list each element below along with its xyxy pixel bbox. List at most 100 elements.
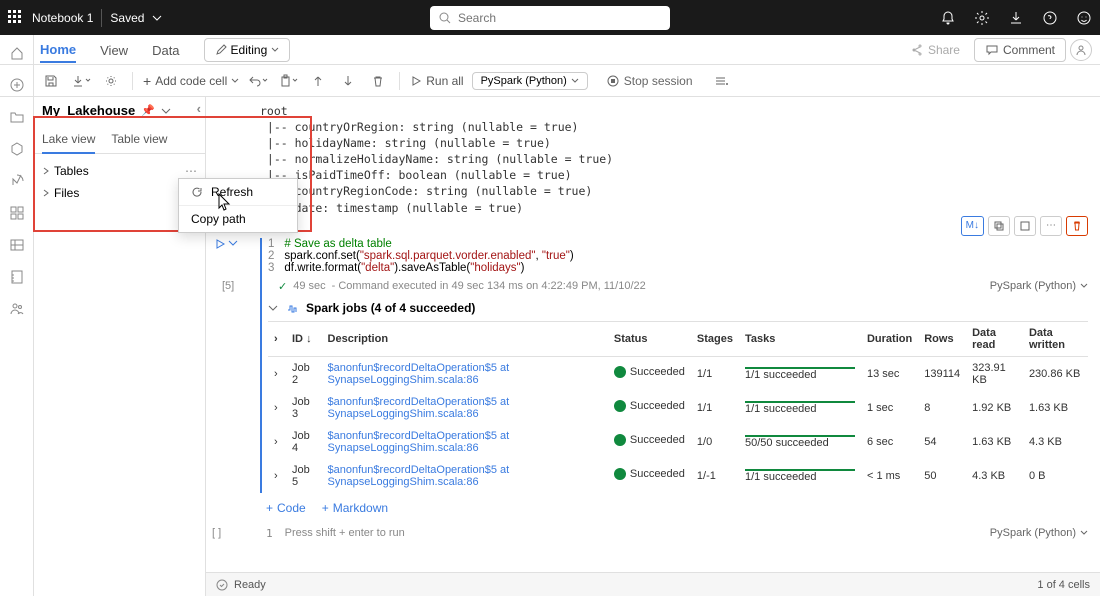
search-box[interactable] (430, 6, 670, 30)
monitor-icon[interactable] (7, 171, 27, 191)
expand-row[interactable]: › (268, 425, 286, 459)
gear-icon[interactable] (974, 10, 990, 26)
menu-refresh[interactable]: Refresh (179, 179, 297, 206)
comment-button[interactable]: Comment (974, 38, 1066, 62)
delete-cell-icon[interactable] (1066, 216, 1088, 236)
chevron-down-icon[interactable] (1080, 282, 1088, 290)
undo-icon[interactable] (247, 70, 269, 92)
editing-mode[interactable]: Editing (204, 38, 291, 62)
table-row: › Job 3 $anonfun$recordDeltaOperation$5 … (268, 391, 1088, 425)
lake-view-tab[interactable]: Lake view (42, 126, 95, 154)
workspaces-icon[interactable] (7, 235, 27, 255)
more-cell-icon[interactable]: ⋯ (1040, 216, 1062, 236)
col-tasks[interactable]: Tasks (739, 321, 861, 356)
expand-row[interactable]: › (268, 459, 286, 493)
job-link[interactable]: $anonfun$recordDeltaOperation$5 at Synap… (328, 396, 510, 420)
tree-files[interactable]: Files (42, 182, 197, 204)
table-view-tab[interactable]: Table view (111, 126, 167, 153)
save-icon[interactable] (40, 70, 62, 92)
move-up-icon[interactable] (307, 70, 329, 92)
spark-icon (286, 302, 298, 314)
markdown-toggle[interactable]: M↓ (961, 216, 984, 236)
share-icon (910, 43, 924, 57)
onelake-icon[interactable] (7, 139, 27, 159)
chevron-down-icon (268, 303, 278, 313)
browse-icon[interactable] (7, 107, 27, 127)
chevron-down-icon[interactable] (228, 238, 238, 248)
empty-cell[interactable]: [ ] 1 Press shift + enter to run PySpark… (260, 527, 1088, 540)
status-ready: Ready (234, 579, 266, 591)
avatar[interactable] (1070, 39, 1092, 61)
add-markdown-button[interactable]: + Markdown (322, 501, 388, 515)
col-id[interactable]: ID ↓ (286, 321, 322, 356)
expand-cell-icon[interactable] (1014, 216, 1036, 236)
code-cell-2[interactable]: [5] M↓ ⋯ 123 # Save as delta table spark… (260, 238, 1088, 493)
search-input[interactable] (430, 6, 670, 30)
share-button[interactable]: Share (900, 39, 970, 61)
create-icon[interactable] (7, 75, 27, 95)
col-written[interactable]: Data written (1023, 321, 1088, 356)
col-stages[interactable]: Stages (691, 321, 739, 356)
ready-icon (216, 579, 228, 591)
collapse-icon[interactable]: ‹ (197, 101, 201, 116)
kernel-selector[interactable]: PySpark (Python) (472, 72, 588, 90)
ribbon-tabs: Home View Data Editing Share Comment (0, 35, 1100, 65)
users-icon[interactable] (7, 299, 27, 319)
play-icon (214, 238, 226, 250)
spark-jobs-header[interactable]: Spark jobs (4 of 4 succeeded) (268, 301, 1088, 315)
run-cell-button[interactable] (214, 238, 238, 250)
toolbar: + Add code cell Run all PySpark (Python)… (0, 65, 1100, 97)
tree-tables[interactable]: Tables ⋯ (42, 160, 197, 182)
feedback-icon[interactable] (1076, 10, 1092, 26)
expand-row[interactable]: › (268, 391, 286, 425)
expand-row[interactable]: › (268, 356, 286, 391)
cursor-icon (216, 192, 232, 212)
job-link[interactable]: $anonfun$recordDeltaOperation$5 at Synap… (328, 362, 510, 386)
notebook-title: Notebook 1 (32, 11, 93, 25)
download-icon[interactable] (1008, 10, 1024, 26)
home-icon[interactable] (7, 43, 27, 63)
col-desc[interactable]: Description (322, 321, 608, 356)
chevron-down-icon[interactable] (161, 106, 171, 116)
col-expand[interactable]: › (268, 321, 286, 356)
tab-data[interactable]: Data (152, 37, 179, 62)
job-link[interactable]: $anonfun$recordDeltaOperation$5 at Synap… (328, 430, 510, 454)
download-icon[interactable] (70, 70, 92, 92)
play-icon (410, 75, 422, 87)
col-status[interactable]: Status (608, 321, 691, 356)
add-code-button[interactable]: + Code (266, 501, 306, 515)
notebook-icon[interactable] (7, 267, 27, 287)
move-down-icon[interactable] (337, 70, 359, 92)
tab-home[interactable]: Home (40, 36, 76, 63)
apps-icon[interactable] (7, 203, 27, 223)
help-icon[interactable] (1042, 10, 1058, 26)
chevron-down-icon[interactable] (152, 13, 162, 23)
run-all-button[interactable]: Run all (410, 74, 463, 88)
col-duration[interactable]: Duration (861, 321, 918, 356)
clipboard-icon[interactable] (277, 70, 299, 92)
chevron-right-icon (42, 167, 50, 175)
add-code-cell[interactable]: + Add code cell (143, 73, 239, 89)
cell-hint: Press shift + enter to run (285, 527, 405, 539)
col-read[interactable]: Data read (966, 321, 1023, 356)
copy-cell-icon[interactable] (988, 216, 1010, 236)
col-rows[interactable]: Rows (918, 321, 966, 356)
execution-status: ✓ 49 sec - Command executed in 49 sec 13… (268, 280, 1088, 293)
chevron-right-icon (42, 189, 50, 197)
session-options-icon[interactable] (711, 70, 733, 92)
settings-icon[interactable] (100, 70, 122, 92)
tab-view[interactable]: View (100, 37, 128, 62)
left-rail (0, 35, 34, 596)
job-link[interactable]: $anonfun$recordDeltaOperation$5 at Synap… (328, 464, 510, 488)
stop-session[interactable]: Stop session (596, 70, 703, 92)
pin-icon[interactable]: 📌 (141, 104, 155, 117)
delete-icon[interactable] (367, 70, 389, 92)
waffle-icon[interactable] (8, 10, 24, 26)
comment-icon (985, 43, 999, 57)
chevron-down-icon[interactable] (1080, 529, 1088, 537)
menu-copy-path[interactable]: Copy path (179, 206, 297, 232)
more-icon[interactable]: ⋯ (185, 164, 197, 178)
table-row: › Job 4 $anonfun$recordDeltaOperation$5 … (268, 425, 1088, 459)
bell-icon[interactable] (940, 10, 956, 26)
chevron-down-icon (271, 46, 279, 54)
